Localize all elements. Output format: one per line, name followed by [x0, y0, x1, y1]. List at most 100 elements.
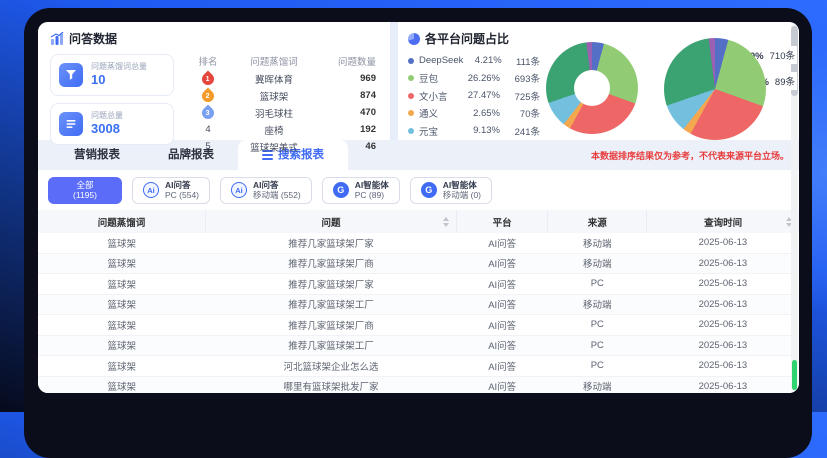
- table-cell-question: 推荐几家篮球架工厂: [205, 335, 456, 356]
- table-cell-time: 2025-06-13: [647, 294, 799, 315]
- table-cell-question: 推荐几家篮球架厂家: [205, 274, 456, 295]
- dashboard-content: 问答数据 问题蒸馏词总量 10: [38, 22, 799, 393]
- filter-ai-qa-mobile-button[interactable]: Ai AI问答移动端 (552): [220, 177, 312, 204]
- table-cell-word: 篮球架: [38, 335, 205, 356]
- table-header-row: 问题蒸馏词 问题 平台 来源 查询时间: [38, 210, 799, 233]
- funnel-icon: [59, 63, 83, 87]
- table-cell-time: 2025-06-13: [647, 315, 799, 336]
- count-header: 问题数量: [318, 54, 380, 68]
- table-cell-source: 移动端: [548, 294, 647, 315]
- table-cell-time: 2025-06-13: [647, 253, 799, 274]
- table-cell-platform: AI问答: [457, 233, 548, 253]
- agent-circle-icon: G: [421, 182, 437, 198]
- platform-pie-chart: [664, 38, 766, 140]
- table-row[interactable]: 篮球架推荐几家篮球架厂商AI问答PC2025-06-13: [38, 315, 799, 336]
- filter-row: 全部 (1195) Ai AI问答PC (554) Ai AI问答移动端 (55…: [38, 170, 799, 210]
- filter-all-button[interactable]: 全部 (1195): [48, 177, 122, 204]
- col-header-word: 问题蒸馏词: [38, 210, 205, 233]
- rank-word: 冀晖体育: [230, 72, 318, 86]
- legend-pct: 9.13%: [460, 125, 500, 136]
- rank-row: 5 篮球架美式 46: [186, 138, 380, 155]
- table-cell-word: 篮球架: [38, 315, 205, 336]
- rank-number: 4: [186, 124, 230, 135]
- legend-pct: 27.47%: [460, 90, 500, 101]
- legend-dot: [408, 93, 414, 99]
- table-cell-source: 移动端: [548, 253, 647, 274]
- top-row: 问答数据 问题蒸馏词总量 10: [38, 22, 799, 140]
- rank-count: 46: [318, 141, 380, 152]
- legend-count: 693条: [500, 71, 540, 85]
- legend-pct: 4.21%: [463, 55, 501, 66]
- rank-row: 4 座椅 192: [186, 121, 380, 138]
- table-row[interactable]: 篮球架推荐几家篮球架厂商AI问答移动端2025-06-13: [38, 253, 799, 274]
- filter-ai-agent-mobile-button[interactable]: G AI智能体移动端 (0): [410, 177, 492, 204]
- rank-word: 篮球架美式: [230, 140, 318, 154]
- filter-ai-agent-pc-button[interactable]: G AI智能体PC (89): [322, 177, 400, 204]
- ai-circle-icon: Ai: [143, 182, 159, 198]
- legend-item[interactable]: 通义 2.65% 70条: [408, 105, 540, 123]
- rank-number: 5: [186, 141, 230, 152]
- rank-1-medal-icon: 1: [200, 70, 217, 87]
- qa-panel-title: 问答数据: [50, 30, 380, 47]
- table-cell-source: 移动端: [548, 376, 647, 393]
- stat-label: 问题蒸馏词总量: [91, 62, 147, 72]
- rank-row: 2 篮球架 874: [186, 87, 380, 104]
- table-cell-word: 篮球架: [38, 376, 205, 393]
- rank-count: 470: [318, 107, 380, 118]
- table-cell-source: PC: [548, 315, 647, 336]
- legend-dot: [408, 110, 414, 116]
- stat-value: 3008: [91, 121, 123, 137]
- table-cell-time: 2025-06-13: [647, 274, 799, 295]
- qa-data-panel: 问答数据 问题蒸馏词总量 10: [38, 22, 390, 140]
- legend-name: 通义: [419, 106, 460, 120]
- word-header: 问题蒸馏词: [230, 54, 318, 68]
- stat-cards: 问题蒸馏词总量 10: [50, 54, 174, 155]
- rank-word: 羽毛球柱: [230, 106, 318, 120]
- rank-count: 969: [318, 73, 380, 84]
- query-table: 问题蒸馏词 问题 平台 来源 查询时间 篮球架推荐几家篮球架厂家AI问答移动端2…: [38, 210, 799, 393]
- table-row[interactable]: 篮球架推荐几家篮球架厂家AI问答PC2025-06-13: [38, 274, 799, 295]
- table-cell-word: 篮球架: [38, 294, 205, 315]
- sort-icon[interactable]: [443, 217, 449, 227]
- legend-dot: [408, 128, 414, 134]
- platform-donut-chart: [546, 42, 638, 134]
- scroll-indicator: [792, 360, 797, 390]
- table-cell-time: 2025-06-13: [647, 335, 799, 356]
- legend-name: 元宝: [419, 124, 460, 138]
- legend-item[interactable]: 豆包 26.26% 693条: [408, 70, 540, 88]
- rank-table-header: 排名 问题蒸馏词 问题数量: [186, 54, 380, 68]
- stat-card-question-total: 问题总量 3008: [50, 103, 174, 145]
- table-cell-word: 篮球架: [38, 356, 205, 377]
- legend-dot: [408, 58, 414, 64]
- table-row[interactable]: 篮球架哪里有篮球架批发厂家AI问答移动端2025-06-13: [38, 376, 799, 393]
- legend-item[interactable]: DeepSeek 4.21% 111条: [408, 52, 540, 70]
- platform-panel-title-text: 各平台问题占比: [425, 30, 509, 47]
- col-header-time[interactable]: 查询时间: [647, 210, 799, 233]
- agent-circle-icon: G: [333, 182, 349, 198]
- table-cell-source: PC: [548, 356, 647, 377]
- rank-word: 座椅: [230, 123, 318, 137]
- legend-item[interactable]: 元宝 9.13% 241条: [408, 122, 540, 140]
- legend-count: 241条: [500, 124, 540, 138]
- rank-2-medal-icon: 2: [200, 87, 217, 104]
- filter-ai-qa-pc-button[interactable]: Ai AI问答PC (554): [132, 177, 210, 204]
- table-cell-source: PC: [548, 274, 647, 295]
- table-row[interactable]: 篮球架河北篮球架企业怎么选AI问答PC2025-06-13: [38, 356, 799, 377]
- table-row[interactable]: 篮球架推荐几家篮球架工厂AI问答PC2025-06-13: [38, 335, 799, 356]
- table-cell-question: 哪里有篮球架批发厂家: [205, 376, 456, 393]
- table-row[interactable]: 篮球架推荐几家篮球架厂家AI问答移动端2025-06-13: [38, 233, 799, 253]
- table-cell-platform: AI问答: [457, 294, 548, 315]
- legend-dot: [408, 75, 414, 81]
- legend-item[interactable]: 文小言 27.47% 725条: [408, 87, 540, 105]
- stat-card-distill-total: 问题蒸馏词总量 10: [50, 54, 174, 96]
- list-icon: [59, 112, 83, 136]
- legend-name: DeepSeek: [419, 55, 463, 66]
- table-row[interactable]: 篮球架推荐几家篮球架工厂AI问答移动端2025-06-13: [38, 294, 799, 315]
- table-cell-question: 河北篮球架企业怎么选: [205, 356, 456, 377]
- col-header-question[interactable]: 问题: [205, 210, 456, 233]
- rank-word: 篮球架: [230, 89, 318, 103]
- col-header-platform: 平台: [457, 210, 548, 233]
- legend-count: 70条: [500, 106, 540, 120]
- table-cell-platform: AI问答: [457, 335, 548, 356]
- pie-chart-icon: [408, 33, 420, 45]
